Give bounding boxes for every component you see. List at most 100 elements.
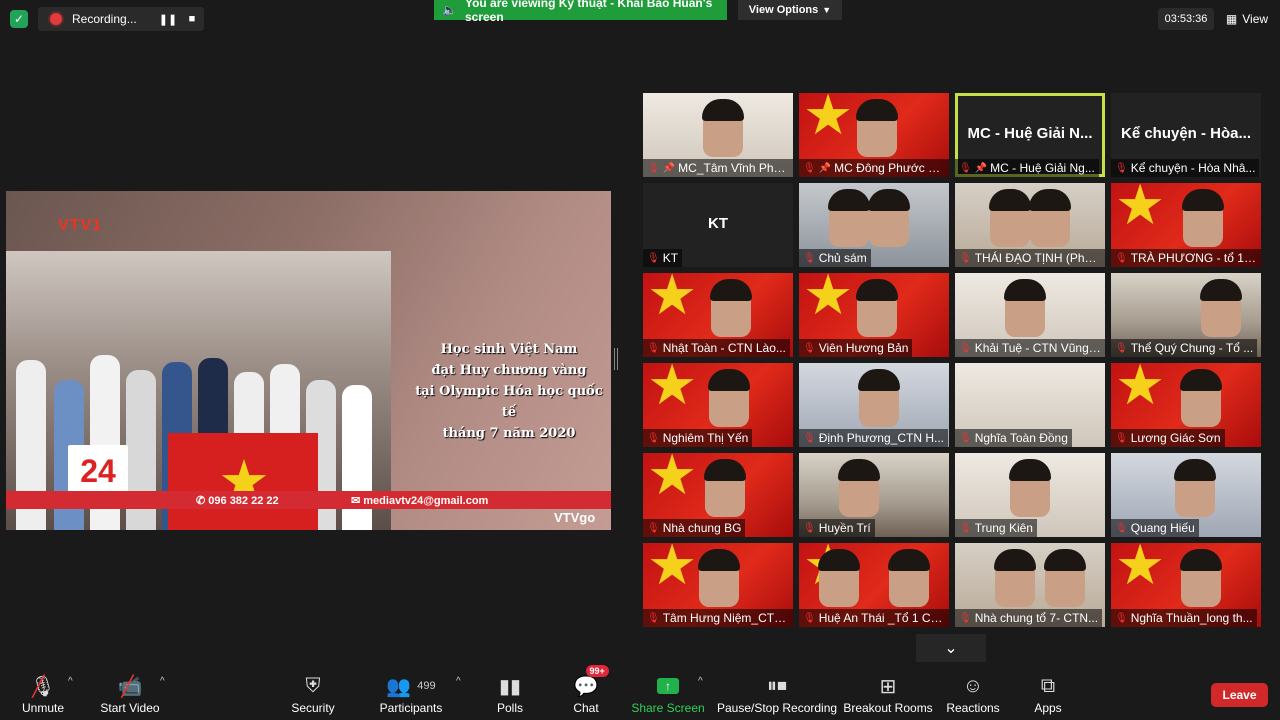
split-view-divider[interactable] [614,348,618,370]
recording-label: Recording... [72,12,137,26]
vtv1-logo: VTV1 [58,217,103,234]
participant-name-label: 🎙 Nhà chung tổ 7- CTN... [955,609,1103,627]
audio-options-caret-icon[interactable]: ^ [68,676,73,687]
participant-name-text: Nghĩa Thuần_long th... [1130,611,1253,625]
participant-tile[interactable]: 🎙TRÀ PHƯƠNG - tổ 1 ... [1111,183,1261,267]
participant-tile[interactable]: MC - Huệ Giải N... 🎙 📌 MC - Huệ Giải Ng... [955,93,1105,177]
participant-display-name: KT [708,215,728,232]
view-options-button[interactable]: View Options ▼ [738,0,842,20]
participant-video-hair [856,99,898,121]
share-screen-button[interactable]: ↑ Share Screen [631,664,705,720]
participant-name-text: Huệ An Thái _Tổ 1 CT... [818,611,945,625]
reactions-button[interactable]: ☺ Reactions [946,664,1000,720]
share-screen-arrow-icon: ↑ [657,678,679,694]
participant-tile[interactable]: 🎙Huệ An Thái _Tổ 1 CT... [799,543,949,627]
muted-mic-icon: 🎙 [647,432,660,444]
participant-tile[interactable]: 🎙Nghĩa Thuần_long th... [1111,543,1261,627]
participant-name-label: 🎙 KT [643,249,683,267]
participant-tile[interactable]: KT 🎙 KT [643,183,793,267]
participant-tile[interactable]: 🎙 THÁI ĐẠO TỊNH (Phật... [955,183,1105,267]
muted-mic-icon: 🎙 [647,522,660,534]
video-options-caret-icon[interactable]: ^ [160,676,165,687]
participant-video-hair [1029,189,1071,211]
participant-name-label: 🎙 Thể Quý Chung - Tổ ... [1111,339,1258,357]
participant-video-hair [818,549,860,571]
participant-video-hair [1180,549,1222,571]
participant-tile[interactable]: 🎙Nghiêm Thị Yến [643,363,793,447]
view-button[interactable]: ▦ View [1222,8,1272,30]
participant-name-label: 🎙Nghiêm Thị Yến [643,429,753,447]
participants-caret-icon[interactable]: ^ [456,676,461,687]
participant-name-label: 🎙 Huyền Trí [799,519,875,537]
participant-tile[interactable]: 🎙 Huyền Trí [799,453,949,537]
breakout-rooms-button[interactable]: ⊞ Breakout Rooms [843,664,933,720]
muted-mic-icon: 🎙 [803,432,816,444]
share-options-caret-icon[interactable]: ^ [698,676,703,687]
start-video-button[interactable]: 📹 ╱ Start Video [100,664,160,720]
participant-name-label: 🎙 Nghĩa Toàn Đồng [955,429,1072,447]
participant-video-hair [838,459,880,481]
participants-icon: 👥 499 [386,675,436,698]
next-page-chevron-icon[interactable]: ⌄ [916,634,986,662]
polls-button[interactable]: ▮▮ Polls [492,664,528,720]
participant-tile[interactable]: 🎙📌MC Đông Phước Nghĩa [799,93,949,177]
shield-icon: ⛨ [305,674,321,697]
muted-mic-icon: 🎙 [803,522,816,534]
apps-label: Apps [1034,701,1062,715]
security-button[interactable]: ⛨ Security [288,664,338,720]
unmute-button[interactable]: 🎙 ╱ Unmute [18,664,68,720]
participant-video-hair [1180,369,1222,391]
participant-tile[interactable]: 🎙 Nghĩa Toàn Đồng [955,363,1105,447]
muted-mic-icon: 🎙 [647,162,660,174]
muted-mic-icon: 🎙 [959,612,972,624]
participant-name-label: 🎙 Quang Hiếu [1111,519,1199,537]
breakout-rooms-icon: ⊞ [879,675,897,698]
participant-tile[interactable]: 🎙 Trung Kiên [955,453,1105,537]
participant-tile[interactable]: 🎙 Khải Tuệ - CTN Vũng ... [955,273,1105,357]
pause-stop-recording-button[interactable]: ⏸⏹ Pause/Stop Recording [717,664,837,720]
recording-indicator: Recording... ❚❚ ■ [38,7,204,31]
apps-button[interactable]: ⧉ Apps [1030,664,1066,720]
participant-tile[interactable]: 🎙Viên Hương Bản [799,273,949,357]
participant-tile[interactable]: 🎙Nhật Toàn - CTN Lào... [643,273,793,357]
participant-tile[interactable]: 🎙 Quang Hiếu [1111,453,1261,537]
participant-name-text: Viên Hương Bản [818,341,909,355]
overlay-line: đạt Huy chương vàng [431,363,587,378]
participant-video-hair [888,549,930,571]
apps-icon: ⧉ [1040,674,1056,697]
participant-name-text: Chủ sám [818,251,867,265]
participant-video-hair [1182,189,1224,211]
encryption-shield-icon[interactable]: ✓ [10,10,28,28]
participant-tile[interactable]: 🎙Tâm Hưng Niệm_CTN... [643,543,793,627]
participant-name-label: 🎙 📌 MC - Huệ Giải Ng... [955,159,1099,177]
participant-name-text: Lương Giác Sơn [1130,431,1221,445]
view-label: View [1242,12,1269,26]
chevron-down-icon: ▼ [822,5,832,15]
speaker-icon: 🔈 [442,3,457,17]
participant-tile[interactable]: 🎙 Nhà chung tổ 7- CTN... [955,543,1105,627]
overlay-line: tại Olympic Hóa học quốc tế [415,384,603,420]
participant-tile[interactable]: 🎙 Thể Quý Chung - Tổ ... [1111,273,1261,357]
muted-mic-icon: 🎙 [1115,432,1128,444]
participants-button[interactable]: 👥 499 Participants [380,664,443,720]
chat-label: Chat [573,701,599,715]
participant-name-text: Nhà chung BG [662,521,742,535]
participant-name-text: Kể chuyện - Hòa Nhâ... [1130,161,1256,175]
muted-mic-icon: 🎙 [1115,522,1128,534]
participant-tile[interactable]: 🎙 📌 MC_Tâm Vĩnh Pho... [643,93,793,177]
view-options-label: View Options [748,4,819,16]
pause-recording-icon[interactable]: ❚❚ [156,13,180,26]
email-text: mediavtv24@gmail.com [363,494,489,507]
breakout-rooms-label: Breakout Rooms [843,701,933,715]
participant-tile[interactable]: 🎙Lương Giác Sơn [1111,363,1261,447]
participant-video-hair [1044,549,1086,571]
chat-button[interactable]: 💬 99+ Chat [568,664,609,720]
participant-tile[interactable]: 🎙Nhà chung BG [643,453,793,537]
share-screen-label: Share Screen [631,701,705,715]
stop-recording-icon[interactable]: ■ [180,13,204,25]
participant-tile[interactable]: 🎙 Chủ sám [799,183,949,267]
participant-tile[interactable]: 🎙 Định Phương_CTN H... [799,363,949,447]
participant-tile[interactable]: Kể chuyện - Hòa... 🎙 Kể chuyện - Hòa Nhâ..… [1111,93,1261,177]
vtvgo-logo: VTVgo [554,510,596,525]
leave-button[interactable]: Leave [1211,683,1268,707]
